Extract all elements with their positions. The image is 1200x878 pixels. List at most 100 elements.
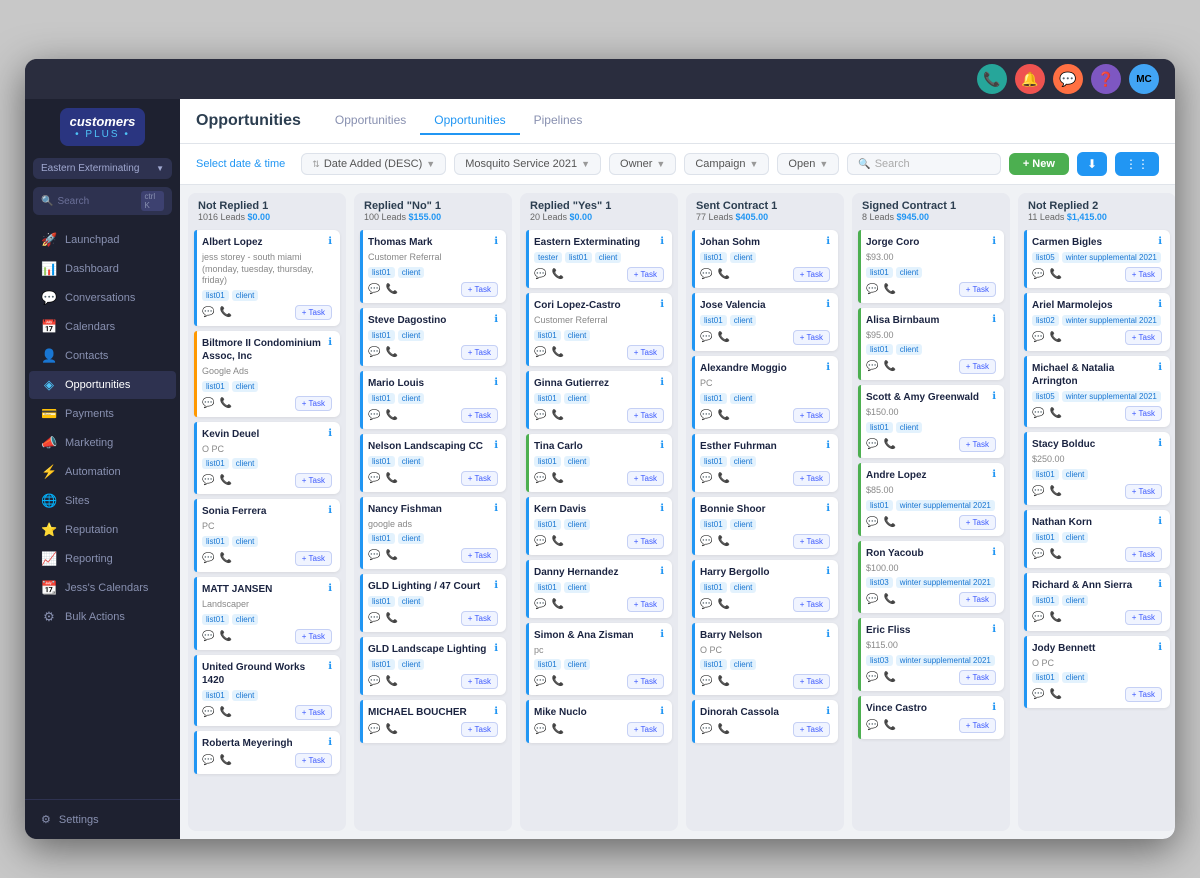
chat-icon[interactable]: 💬 [202,631,214,642]
card-info-icon[interactable]: ℹ [826,362,830,373]
sidebar-item-reputation[interactable]: ⭐Reputation [29,516,176,544]
chat-icon[interactable]: 💬 [700,473,712,484]
chat-icon[interactable]: 💬 [368,676,380,687]
add-task-button[interactable]: + Task [1125,406,1162,421]
chat-icon[interactable]: 💬 [700,332,712,343]
kanban-card[interactable]: Stacy Bolduc ℹ $250.00list01client 💬 📞 +… [1024,432,1170,505]
add-task-button[interactable]: + Task [461,471,498,486]
chat-icon[interactable]: 💬 [866,284,878,295]
card-info-icon[interactable]: ℹ [992,314,996,325]
card-info-icon[interactable]: ℹ [992,469,996,480]
chat-icon[interactable]: 💬 [866,672,878,683]
add-task-button[interactable]: + Task [793,408,830,423]
phone-icon[interactable]: 📞 [551,536,563,547]
add-task-button[interactable]: + Task [461,345,498,360]
add-task-button[interactable]: + Task [1125,610,1162,625]
icon-notification[interactable]: 🔔 [1015,64,1045,94]
download-button[interactable]: ⬇ [1077,152,1107,176]
add-task-button[interactable]: + Task [295,473,332,488]
kanban-card[interactable]: Jose Valencia ℹ list01client 💬 📞 + Task [692,293,838,351]
settings-item[interactable]: ⚙ Settings [33,808,172,831]
sidebar-item-opportunities[interactable]: ◈Opportunities [29,371,176,399]
card-info-icon[interactable]: ℹ [992,624,996,635]
card-info-icon[interactable]: ℹ [992,702,996,713]
phone-icon[interactable]: 📞 [385,550,397,561]
chat-icon[interactable]: 💬 [368,410,380,421]
sort-selector[interactable]: ⇅ Date Added (DESC) ▼ [301,153,446,175]
add-task-button[interactable]: + Task [959,515,996,530]
kanban-card[interactable]: Michael & Natalia Arrington ℹ list05wint… [1024,356,1170,427]
user-avatar[interactable]: MC [1129,64,1159,94]
add-task-button[interactable]: + Task [793,471,830,486]
new-button[interactable]: + New [1009,153,1069,175]
kanban-card[interactable]: Eastern Exterminating ℹ testerlist01clie… [526,230,672,288]
card-info-icon[interactable]: ℹ [826,236,830,247]
icon-phone[interactable]: 📞 [977,64,1007,94]
account-selector[interactable]: Eastern Exterminating ▼ [33,158,172,179]
chat-icon[interactable]: 💬 [866,361,878,372]
card-info-icon[interactable]: ℹ [1158,642,1162,653]
kanban-card[interactable]: Nancy Fishman ℹ google adslist01client 💬… [360,497,506,570]
card-info-icon[interactable]: ℹ [328,236,332,247]
card-info-icon[interactable]: ℹ [826,629,830,640]
add-task-button[interactable]: + Task [959,670,996,685]
add-task-button[interactable]: + Task [793,267,830,282]
kanban-card[interactable]: Albert Lopez ℹ jess storey - south miami… [194,230,340,326]
chat-icon[interactable]: 💬 [534,724,546,735]
add-task-button[interactable]: + Task [627,534,664,549]
tab-pipelines[interactable]: Pipelines [520,107,597,135]
phone-icon[interactable]: 📞 [1049,269,1061,280]
phone-icon[interactable]: 📞 [385,473,397,484]
add-task-button[interactable]: + Task [1125,330,1162,345]
phone-icon[interactable]: 📞 [1049,689,1061,700]
chat-icon[interactable]: 💬 [202,553,214,564]
tab-opportunities[interactable]: Opportunities [321,107,420,135]
kanban-card[interactable]: Tina Carlo ℹ list01client 💬 📞 + Task [526,434,672,492]
card-info-icon[interactable]: ℹ [494,314,498,325]
phone-icon[interactable]: 📞 [551,599,563,610]
kanban-card[interactable]: Eric Fliss ℹ $115.00list03winter supplem… [858,618,1004,691]
chat-icon[interactable]: 💬 [202,755,214,766]
add-task-button[interactable]: + Task [627,471,664,486]
kanban-card[interactable]: GLD Lighting / 47 Court ℹ list01client 💬… [360,574,506,632]
card-info-icon[interactable]: ℹ [494,236,498,247]
card-info-icon[interactable]: ℹ [494,503,498,514]
tab-opportunities[interactable]: Opportunities [420,107,519,135]
chat-icon[interactable]: 💬 [700,269,712,280]
kanban-card[interactable]: Jody Bennett ℹ O PClist01client 💬 📞 + Ta… [1024,636,1170,709]
phone-icon[interactable]: 📞 [717,536,729,547]
phone-icon[interactable]: 📞 [219,631,231,642]
kanban-card[interactable]: Harry Bergollo ℹ list01client 💬 📞 + Task [692,560,838,618]
kanban-card[interactable]: Richard & Ann Sierra ℹ list01client 💬 📞 … [1024,573,1170,631]
kanban-card[interactable]: Cori Lopez-Castro ℹ Customer Referrallis… [526,293,672,366]
chat-icon[interactable]: 💬 [202,398,214,409]
kanban-card[interactable]: Barry Nelson ℹ O PClist01client 💬 📞 + Ta… [692,623,838,696]
add-task-button[interactable]: + Task [627,345,664,360]
card-info-icon[interactable]: ℹ [992,391,996,402]
icon-message[interactable]: 💬 [1053,64,1083,94]
sidebar-item-sites[interactable]: 🌐Sites [29,487,176,515]
card-info-icon[interactable]: ℹ [992,547,996,558]
chat-icon[interactable]: 💬 [1032,612,1044,623]
kanban-card[interactable]: Danny Hernandez ℹ list01client 💬 📞 + Tas… [526,560,672,618]
sidebar-item-reporting[interactable]: 📈Reporting [29,545,176,573]
chat-icon[interactable]: 💬 [866,720,878,731]
view-toggle-button[interactable]: ⋮⋮ [1115,152,1159,176]
card-info-icon[interactable]: ℹ [494,377,498,388]
chat-icon[interactable]: 💬 [700,410,712,421]
date-selector[interactable]: Select date & time [196,158,285,170]
add-task-button[interactable]: + Task [627,597,664,612]
card-info-icon[interactable]: ℹ [328,737,332,748]
sidebar-item-automation[interactable]: ⚡Automation [29,458,176,486]
kanban-card[interactable]: GLD Landscape Lighting ℹ list01client 💬 … [360,637,506,695]
chat-icon[interactable]: 💬 [534,410,546,421]
phone-icon[interactable]: 📞 [385,347,397,358]
phone-icon[interactable]: 📞 [717,332,729,343]
card-info-icon[interactable]: ℹ [660,299,664,310]
chat-icon[interactable]: 💬 [1032,549,1044,560]
sidebar-item-jess-s-calendars[interactable]: 📆Jess's Calendars [29,574,176,602]
add-task-button[interactable]: + Task [295,705,332,720]
chat-icon[interactable]: 💬 [700,536,712,547]
add-task-button[interactable]: + Task [793,330,830,345]
add-task-button[interactable]: + Task [959,718,996,733]
